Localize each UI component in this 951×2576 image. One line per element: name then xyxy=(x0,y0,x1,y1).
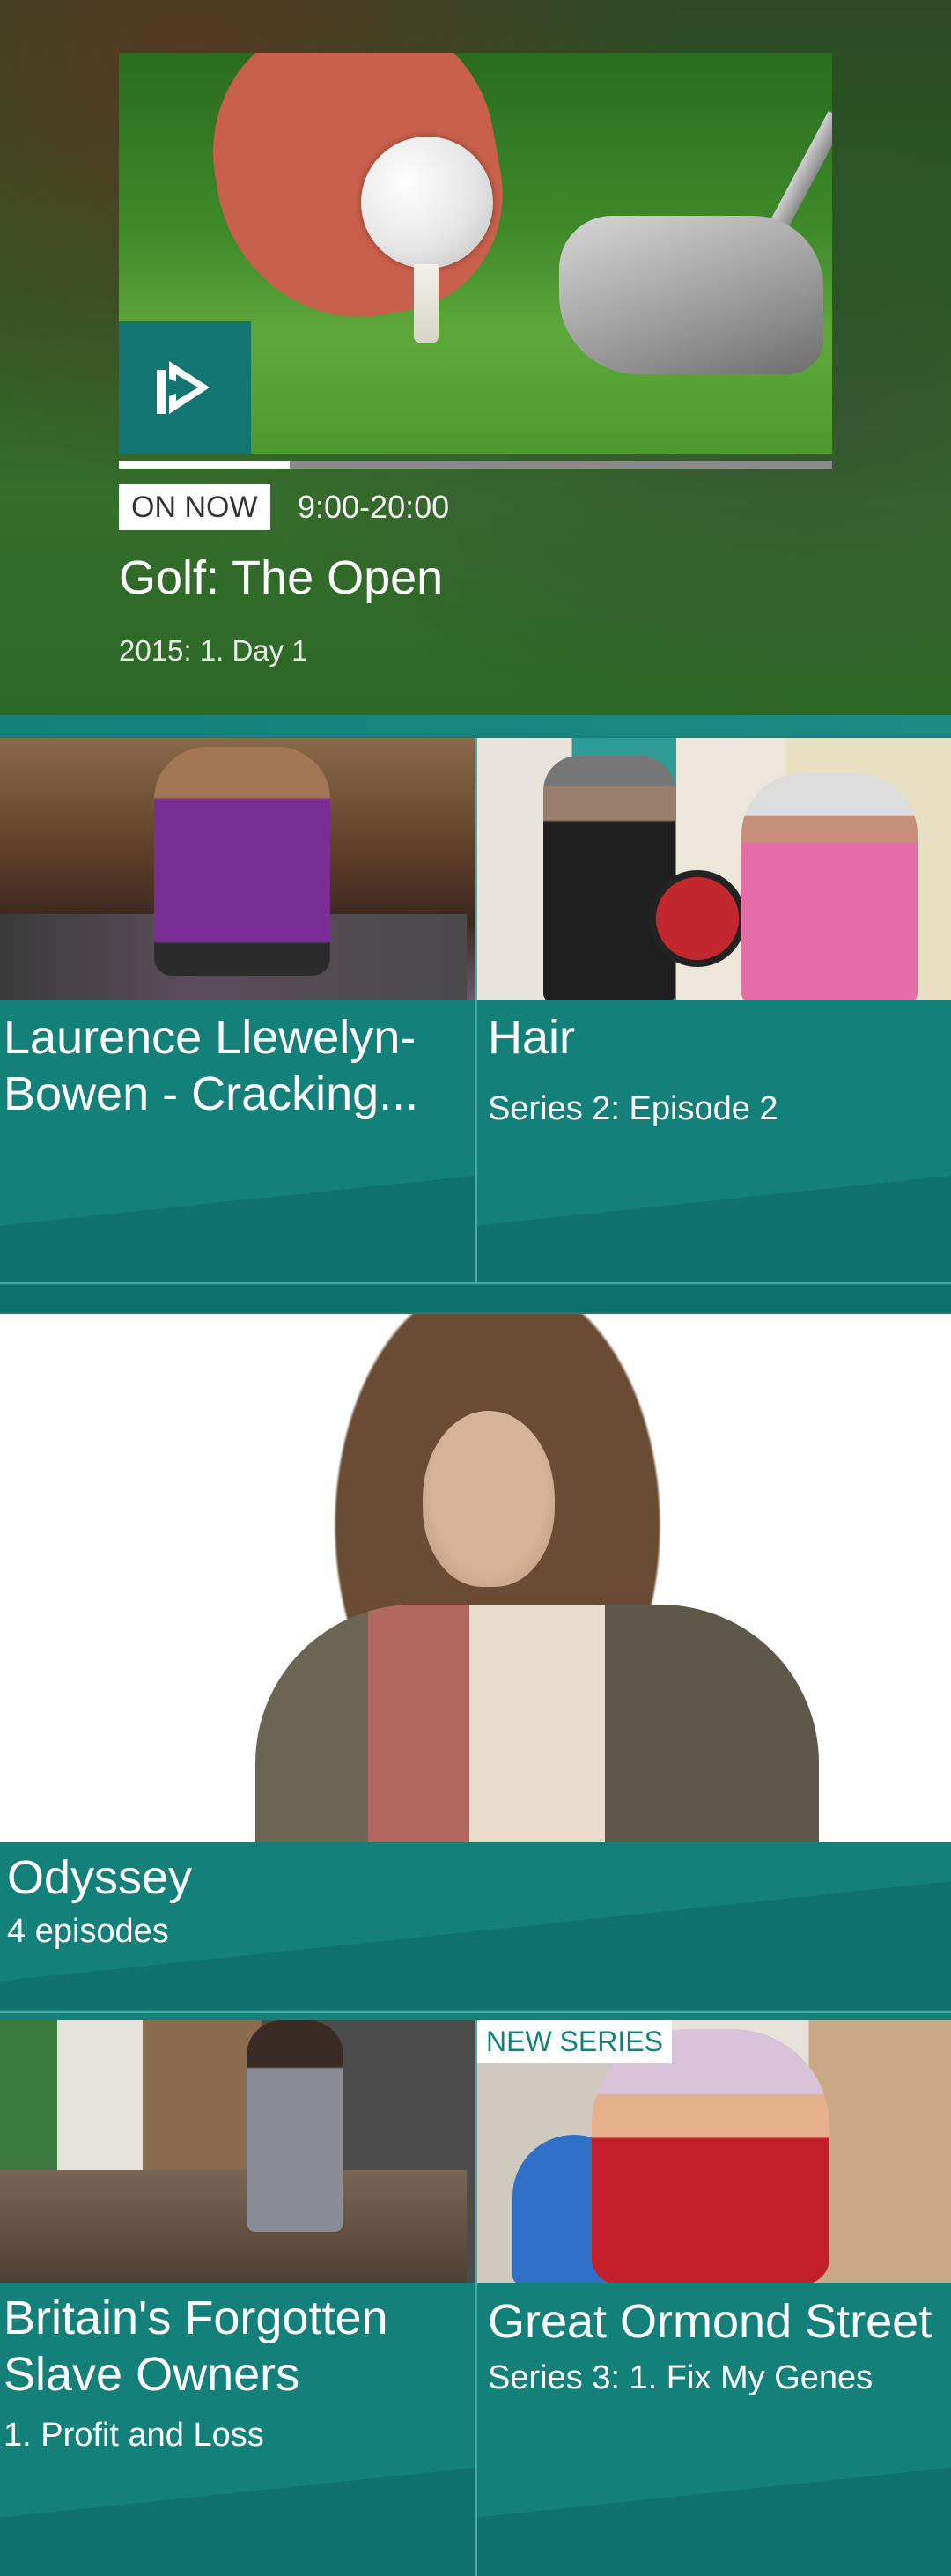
thumbnail-client-head xyxy=(649,870,746,967)
hero-image-club-head xyxy=(559,216,823,374)
thumbnail-man xyxy=(543,756,675,1000)
grid-divider xyxy=(476,2020,477,2576)
thumbnail-stylist xyxy=(741,773,918,1000)
thumbnail-presenter xyxy=(247,2020,343,2232)
channel-logo xyxy=(119,321,251,454)
programme-card-odyssey[interactable]: Odyssey 4 episodes xyxy=(0,1314,951,2010)
thumbnail-body xyxy=(255,1605,819,1842)
card-subtitle: 1. Profit and Loss xyxy=(4,2417,264,2454)
card-thumbnail xyxy=(477,738,951,1000)
hero-image-tee xyxy=(414,264,439,343)
broadcast-progress-fill xyxy=(119,461,291,469)
broadcast-time: 9:00-20:00 xyxy=(298,489,450,525)
thumbnail-presenter xyxy=(154,747,330,976)
card-thumbnail xyxy=(0,738,476,1000)
programme-card-slave-owners[interactable]: Britain's Forgotten Slave Owners 1. Prof… xyxy=(0,2020,476,2576)
hero-image-golf-ball xyxy=(361,137,493,269)
card-title: Britain's Forgotten Slave Owners xyxy=(4,2292,388,2401)
grid-divider xyxy=(476,738,477,1284)
programme-card-hair[interactable]: Hair Series 2: Episode 2 xyxy=(477,738,951,1284)
section-divider xyxy=(0,1286,951,1312)
new-series-badge: NEW SERIES xyxy=(477,2020,672,2063)
now-playing-hero[interactable]: ON NOW 9:00-20:00 Golf: The Open 2015: 1… xyxy=(0,0,951,715)
hero-title: Golf: The Open xyxy=(119,551,444,604)
card-subtitle: Series 3: 1. Fix My Genes xyxy=(488,2359,874,2396)
on-now-badge: ON NOW xyxy=(119,484,270,530)
card-title: Hair xyxy=(488,1011,576,1064)
section-divider xyxy=(0,715,951,736)
card-thumbnail xyxy=(0,2020,476,2283)
card-title: Odyssey xyxy=(7,1851,193,1904)
thumbnail-face xyxy=(423,1411,555,1587)
card-title: Laurence Llewelyn-Bowen - Cracking... xyxy=(4,1011,419,1120)
programme-card-great-ormond-street[interactable]: NEW SERIES Great Ormond Street Series 3:… xyxy=(477,2020,951,2576)
card-title: Great Ormond Street xyxy=(488,2295,933,2348)
card-subtitle: 4 episodes xyxy=(7,1913,169,1950)
thumbnail-table xyxy=(0,2170,467,2283)
hero-thumbnail[interactable] xyxy=(119,53,832,454)
card-thumbnail: NEW SERIES xyxy=(477,2020,951,2283)
programme-card-laurence[interactable]: Laurence Llewelyn-Bowen - Cracking... xyxy=(0,738,476,1284)
hero-subtitle: 2015: 1. Day 1 xyxy=(119,634,308,667)
card-subtitle: Series 2: Episode 2 xyxy=(488,1090,778,1127)
broadcast-progress-bar xyxy=(119,461,832,469)
grid-divider xyxy=(0,2011,951,2013)
card-thumbnail xyxy=(0,1314,951,1842)
grid-divider xyxy=(0,1282,951,1284)
play-logo-icon xyxy=(157,361,210,414)
thumbnail-girl xyxy=(592,2029,829,2283)
